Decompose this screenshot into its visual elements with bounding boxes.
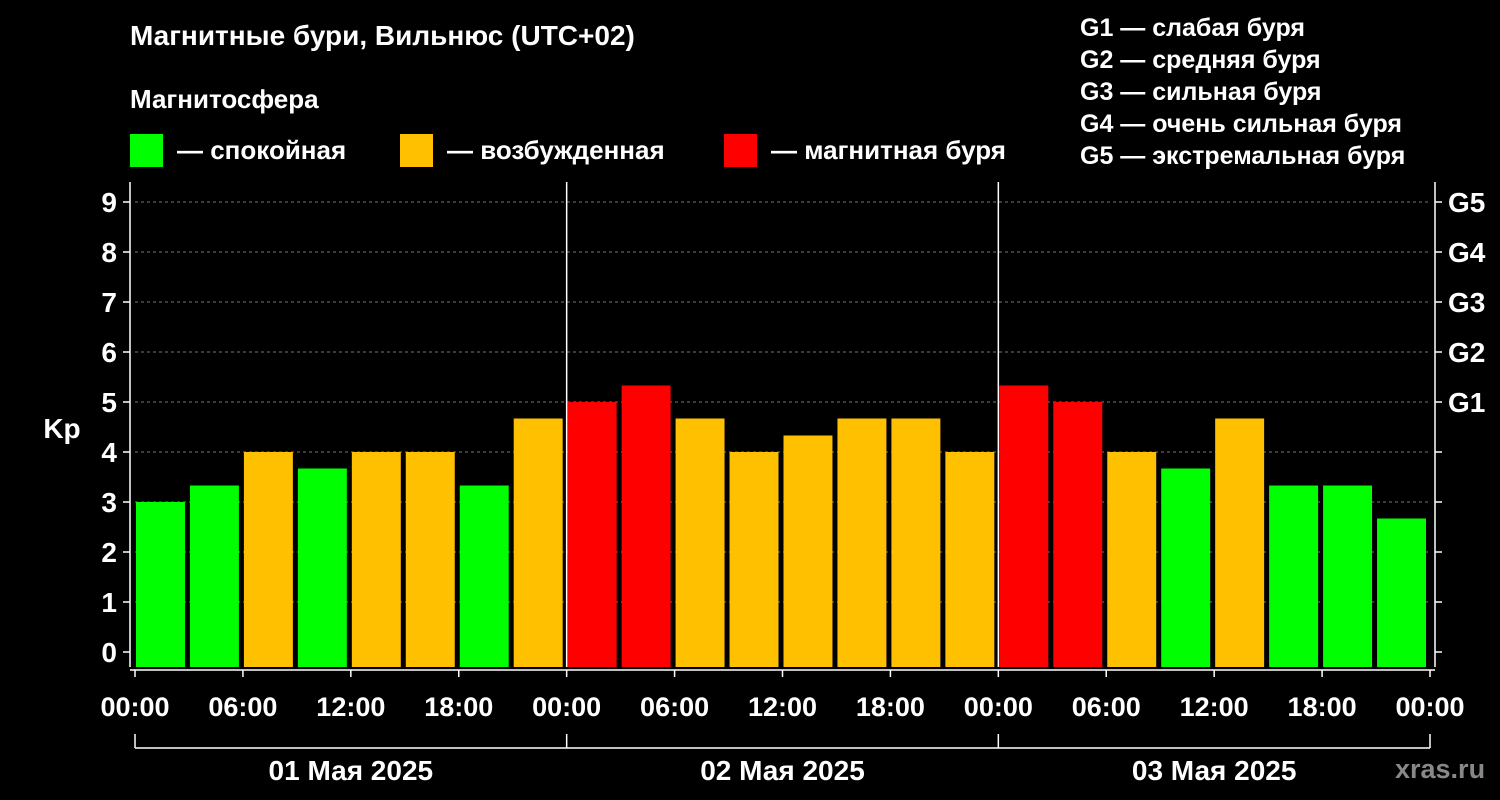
x-tick-label: 12:00 [748, 692, 817, 722]
y-tick-label: 8 [101, 237, 117, 268]
x-tick-label: 00:00 [964, 692, 1033, 722]
kp-bar [405, 452, 455, 667]
y-tick-label: 0 [101, 637, 117, 668]
kp-bar [1053, 402, 1103, 667]
g-scale-label: G4 [1448, 237, 1486, 268]
x-tick-label: 12:00 [316, 692, 385, 722]
kp-bar [1107, 452, 1157, 667]
g-scale-label: G1 [1448, 387, 1485, 418]
kp-bar [513, 418, 563, 667]
y-tick-label: 4 [101, 437, 117, 468]
x-tick-label: 00:00 [1395, 692, 1464, 722]
kp-bar [1269, 485, 1319, 667]
kp-bar [999, 385, 1049, 667]
x-tick-label: 06:00 [640, 692, 709, 722]
day-label: 03 Мая 2025 [1132, 755, 1297, 786]
g-scale-label: G5 [1448, 187, 1485, 218]
kp-bar-chart: 0 1 2 3 4 5 6 7 8 9 G1 G2 G3 G4 G5 Kp 00:00 06:00 12:00 18:… [43, 182, 1486, 786]
kp-bar [1377, 518, 1426, 667]
x-tick-label: 00:00 [100, 692, 169, 722]
y-tick-label: 2 [101, 537, 117, 568]
day-label: 01 Мая 2025 [269, 755, 434, 786]
x-tick-label: 06:00 [208, 692, 277, 722]
kp-bar [1215, 418, 1265, 667]
kp-bar [621, 385, 671, 667]
y-tick-label: 1 [101, 587, 117, 618]
x-tick-label: 18:00 [424, 692, 493, 722]
y-axis-label: Kp [43, 413, 80, 444]
kp-bar [351, 452, 401, 667]
kp-bar [189, 485, 239, 667]
g-scale-label: G2 [1448, 337, 1485, 368]
kp-bar [1323, 485, 1373, 667]
x-tick-label: 00:00 [532, 692, 601, 722]
y-tick-label: 7 [101, 287, 117, 318]
kp-bar [891, 418, 941, 667]
kp-bar [783, 435, 833, 667]
kp-bar [243, 452, 293, 667]
watermark: xras.ru [1395, 754, 1486, 784]
kp-bar [675, 418, 725, 667]
kp-bar [567, 402, 617, 667]
g-scale-label: G3 [1448, 287, 1485, 318]
x-tick-label: 18:00 [1288, 692, 1357, 722]
x-tick-label: 18:00 [856, 692, 925, 722]
x-tick-label: 06:00 [1072, 692, 1141, 722]
kp-bar [837, 418, 887, 667]
kp-bar [136, 502, 185, 667]
kp-bar [729, 452, 779, 667]
kp-bar [459, 485, 509, 667]
kp-bar [1161, 468, 1211, 667]
x-tick-label: 12:00 [1180, 692, 1249, 722]
y-tick-label: 6 [101, 337, 117, 368]
y-tick-label: 5 [101, 387, 117, 418]
y-tick-label: 9 [101, 187, 117, 218]
kp-bar [297, 468, 347, 667]
day-label: 02 Мая 2025 [700, 755, 865, 786]
y-tick-label: 3 [101, 487, 117, 518]
kp-bar [945, 452, 995, 667]
